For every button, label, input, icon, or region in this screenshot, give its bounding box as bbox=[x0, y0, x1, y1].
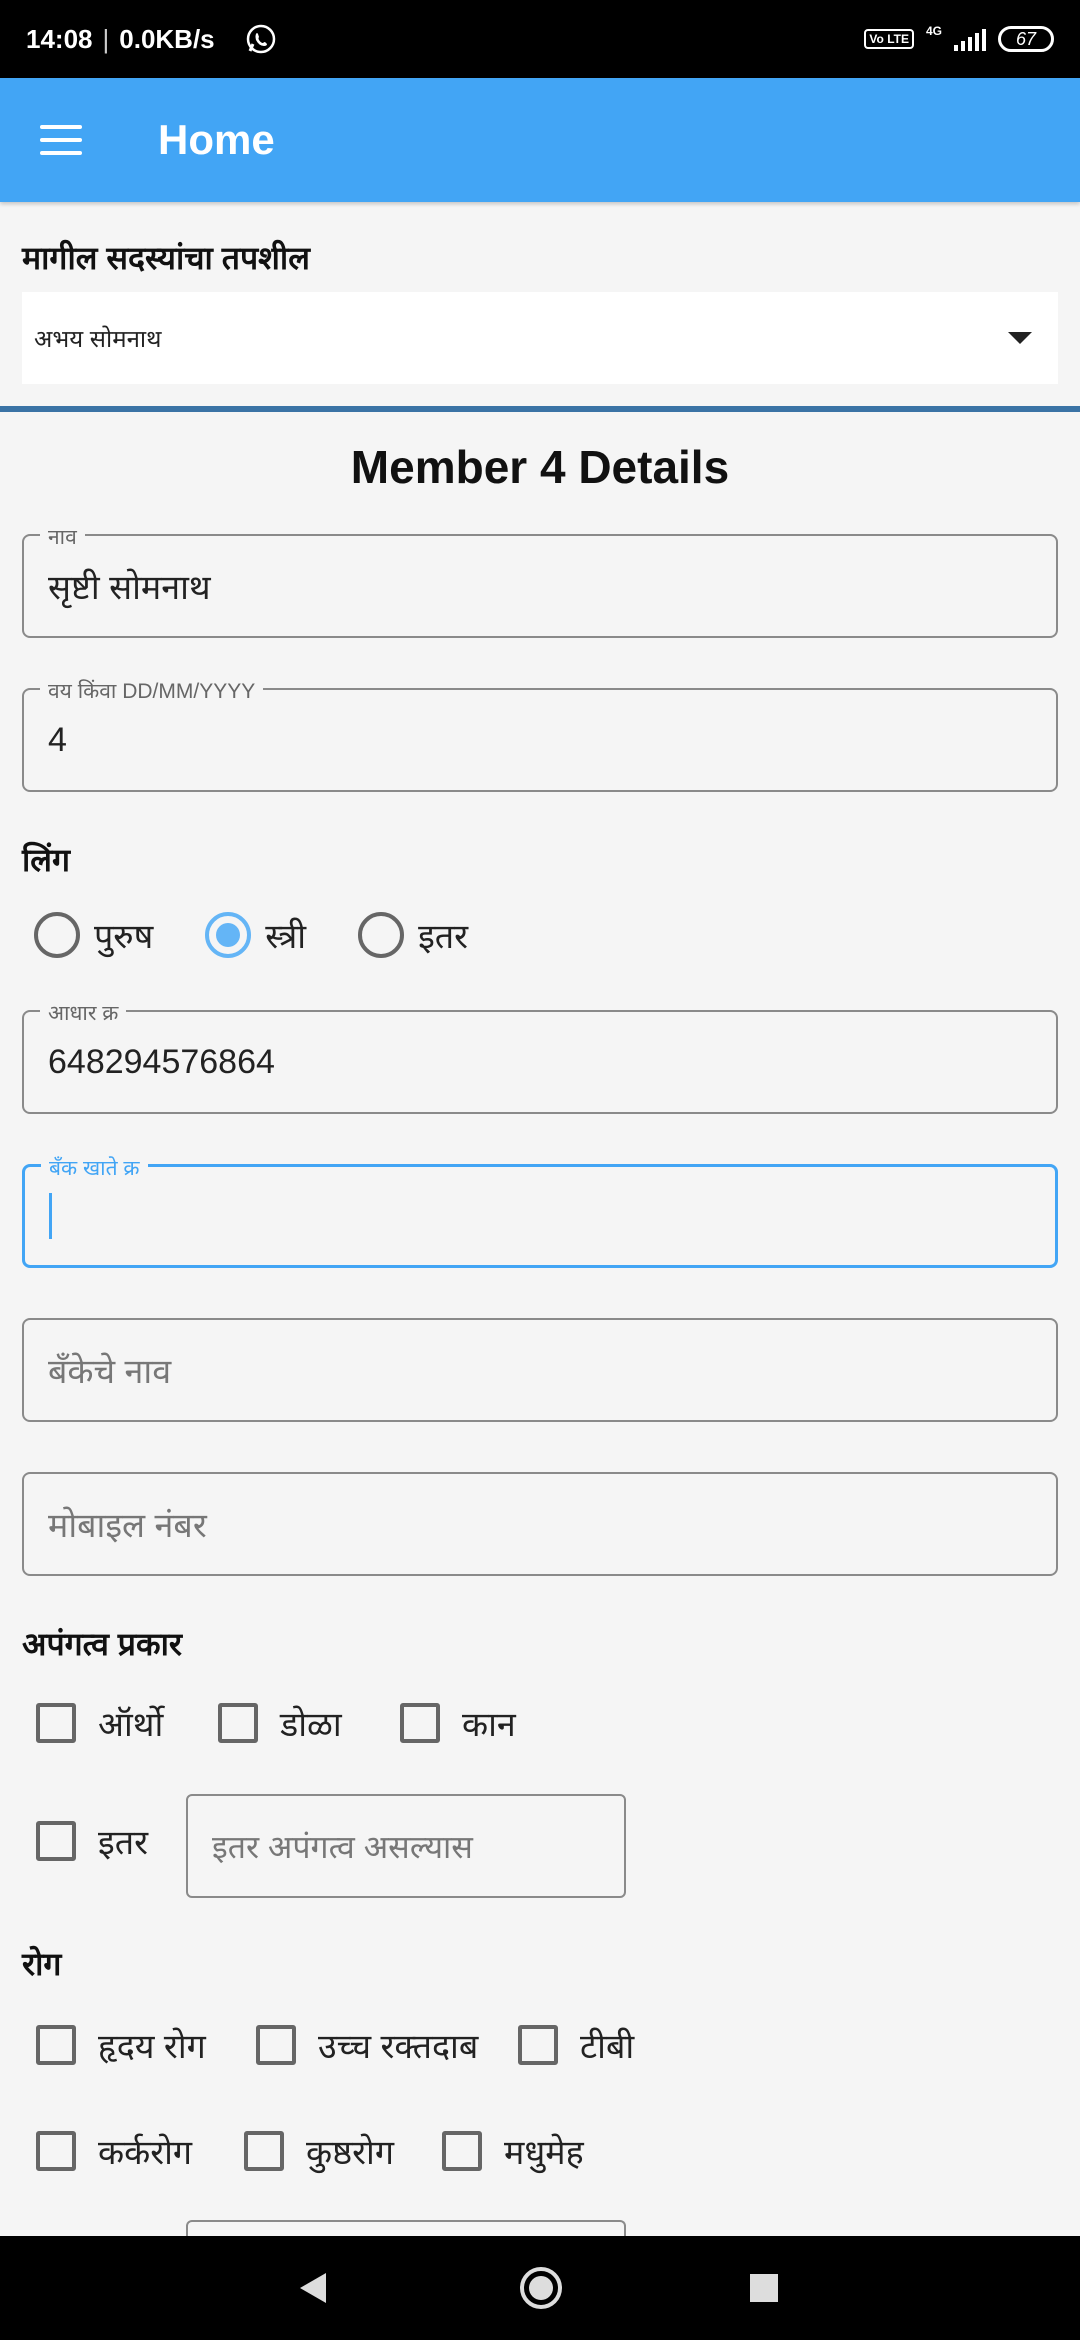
caret-down-icon bbox=[1008, 332, 1032, 344]
checkbox-label: टीबी bbox=[580, 2028, 635, 2066]
age-value: 4 bbox=[48, 720, 67, 759]
status-separator: | bbox=[102, 23, 110, 54]
checkbox-label: ऑर्थो bbox=[98, 1706, 164, 1744]
checkbox-label: उच्च रक्तदाब bbox=[318, 2028, 479, 2066]
checkbox-label: इतर bbox=[98, 1824, 148, 1862]
checkbox-label: हृदय रोग bbox=[98, 2028, 206, 2066]
status-right-group: Vo LTE 4G 67 bbox=[864, 24, 1054, 52]
signal-icon bbox=[954, 27, 986, 51]
back-icon[interactable] bbox=[300, 2273, 326, 2303]
gender-radio-group: पुरुष स्त्री इतर bbox=[34, 912, 520, 958]
mobile-placeholder: मोबाइल नंबर bbox=[48, 1507, 207, 1545]
checkbox[interactable] bbox=[218, 1703, 258, 1743]
gender-option-female[interactable]: स्त्री bbox=[205, 912, 306, 958]
radio-button[interactable] bbox=[34, 912, 80, 958]
other-disability-input[interactable]: इतर अपंगत्व असल्यास bbox=[186, 1794, 626, 1898]
app-title: Home bbox=[158, 116, 275, 163]
app-bar: Home bbox=[0, 78, 1080, 202]
volte-icon: Vo LTE bbox=[864, 29, 914, 49]
checkbox[interactable] bbox=[400, 1703, 440, 1743]
checkbox[interactable] bbox=[256, 2025, 296, 2065]
name-field[interactable]: नाव सृष्टी सोमनाथ bbox=[22, 523, 1058, 638]
disability-other-checkbox[interactable]: इतर bbox=[36, 1818, 148, 1864]
disease-bp-checkbox[interactable]: उच्च रक्तदाब bbox=[256, 2022, 478, 2068]
checkbox[interactable] bbox=[36, 2131, 76, 2171]
disability-eye-checkbox[interactable]: डोळा bbox=[218, 1700, 342, 1746]
network-type: 4G bbox=[925, 24, 942, 38]
status-bar: 14:08 | 0.0KB/s Vo LTE 4G 67 bbox=[0, 0, 1080, 78]
aadhaar-value: 648294576864 bbox=[48, 1042, 275, 1081]
other-disability-placeholder: इतर अपंगत्व असल्यास bbox=[212, 1828, 473, 1865]
text-cursor bbox=[49, 1193, 52, 1239]
system-nav-bar bbox=[0, 2236, 1080, 2340]
gender-option-label: पुरुष bbox=[94, 918, 154, 956]
bank-name-field[interactable]: बँकेचे नाव bbox=[22, 1318, 1058, 1422]
disease-leprosy-checkbox[interactable]: कुष्ठरोग bbox=[244, 2128, 394, 2174]
name-label: नाव bbox=[40, 523, 85, 551]
aadhaar-field[interactable]: आधार क्र 648294576864 bbox=[22, 999, 1058, 1114]
mobile-field[interactable]: मोबाइल नंबर bbox=[22, 1472, 1058, 1576]
age-field[interactable]: वय किंवा DD/MM/YYYY 4 bbox=[22, 677, 1058, 792]
previous-members-dropdown[interactable]: अभय सोमनाथ bbox=[22, 292, 1058, 384]
gender-label: लिंग bbox=[22, 842, 71, 878]
checkbox[interactable] bbox=[36, 2025, 76, 2065]
gender-option-male[interactable]: पुरुष bbox=[34, 912, 153, 958]
battery-icon: 67 bbox=[998, 26, 1054, 52]
gender-option-other[interactable]: इतर bbox=[358, 912, 468, 958]
disease-tb-checkbox[interactable]: टीबी bbox=[518, 2022, 634, 2068]
checkbox-label: कान bbox=[462, 1706, 516, 1744]
checkbox-label: कर्करोग bbox=[98, 2134, 193, 2172]
age-label: वय किंवा DD/MM/YYYY bbox=[40, 677, 264, 705]
section-divider bbox=[0, 406, 1080, 412]
status-time: 14:08 bbox=[26, 23, 93, 54]
recent-apps-icon[interactable] bbox=[750, 2274, 778, 2302]
checkbox-label: कुष्ठरोग bbox=[306, 2134, 394, 2172]
name-value: सृष्टी सोमनाथ bbox=[48, 569, 211, 607]
member-title: Member 4 Details bbox=[350, 441, 730, 493]
disease-diabetes-checkbox[interactable]: मधुमेह bbox=[442, 2128, 584, 2174]
checkbox[interactable] bbox=[518, 2025, 558, 2065]
checkbox[interactable] bbox=[244, 2131, 284, 2171]
radio-button-selected[interactable] bbox=[205, 912, 252, 958]
battery-level: 67 bbox=[1015, 29, 1037, 49]
home-icon[interactable] bbox=[520, 2267, 562, 2309]
radio-button[interactable] bbox=[358, 912, 405, 958]
whatsapp-icon bbox=[246, 24, 275, 54]
checkbox[interactable] bbox=[36, 1703, 76, 1743]
dropdown-selected: अभय सोमनाथ bbox=[34, 325, 162, 353]
checkbox[interactable] bbox=[36, 1821, 76, 1861]
gender-option-label: इतर bbox=[418, 918, 469, 956]
disability-label: अपंगत्व प्रकार bbox=[22, 1626, 182, 1662]
checkbox-label: डोळा bbox=[280, 1706, 342, 1744]
disease-label: रोग bbox=[22, 1946, 62, 1982]
previous-members-label: मागील सदस्यांचा तपशील bbox=[22, 240, 310, 276]
bank-account-field[interactable]: बँक खाते क्र bbox=[22, 1154, 1058, 1268]
bank-account-label: बँक खाते क्र bbox=[41, 1154, 148, 1182]
status-speed: 0.0KB/s bbox=[119, 23, 215, 54]
menu-icon[interactable] bbox=[40, 125, 82, 155]
disease-heart-checkbox[interactable]: हृदय रोग bbox=[36, 2022, 206, 2068]
checkbox-label: मधुमेह bbox=[504, 2134, 584, 2172]
gender-option-label: स्त्री bbox=[265, 918, 307, 956]
checkbox[interactable] bbox=[442, 2131, 482, 2171]
bank-name-placeholder: बँकेचे नाव bbox=[48, 1353, 172, 1391]
disease-cancer-checkbox[interactable]: कर्करोग bbox=[36, 2128, 192, 2174]
disability-ortho-checkbox[interactable]: ऑर्थो bbox=[36, 1700, 163, 1746]
aadhaar-label: आधार क्र bbox=[40, 999, 127, 1027]
disability-ear-checkbox[interactable]: कान bbox=[400, 1700, 516, 1746]
